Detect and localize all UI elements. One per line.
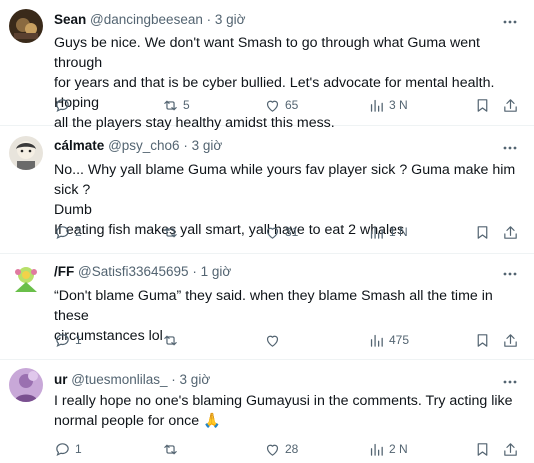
- bookmark-button[interactable]: [474, 330, 491, 350]
- tweet-text: Guys be nice. We don't want Smash to go …: [54, 33, 524, 133]
- views-button[interactable]: 475: [368, 330, 409, 350]
- author-name[interactable]: Sean: [54, 12, 86, 27]
- more-icon[interactable]: [502, 266, 518, 282]
- timestamp[interactable]: 3 giờ: [192, 138, 223, 153]
- tweet-text-line: Dumb: [54, 202, 92, 218]
- like-icon: [266, 444, 279, 456]
- tweet-text-line: I really hope no one's blaming Gumayusi …: [54, 393, 513, 409]
- share-button[interactable]: [502, 95, 519, 115]
- repost-icon: [164, 100, 177, 110]
- tweet-text-line: Guys be nice. We don't want Smash to go …: [54, 35, 480, 71]
- reply-icon: [56, 225, 69, 239]
- tweet[interactable]: cálmate @psy_cho6 · 3 giờ No... Why yall…: [0, 126, 534, 254]
- views-count: 3 N: [389, 98, 408, 112]
- like-icon: [266, 100, 279, 112]
- repost-icon: [164, 335, 177, 345]
- separator: ·: [183, 138, 188, 153]
- more-icon[interactable]: [502, 14, 518, 30]
- views-count: 475: [389, 333, 410, 347]
- repost-count: 5: [183, 98, 190, 112]
- tweet-text-line: No... Why yall blame Guma while yours fa…: [54, 162, 516, 198]
- share-button[interactable]: [502, 222, 519, 242]
- separator: ·: [206, 12, 212, 27]
- repost-button[interactable]: [162, 330, 183, 350]
- reply-icon: [56, 333, 69, 347]
- author-handle[interactable]: @Satisfi33645695: [78, 264, 189, 279]
- tweet-text: I really hope no one's blaming Gumayusi …: [54, 391, 524, 431]
- reply-icon: [56, 98, 69, 112]
- views-button[interactable]: 1 N: [368, 222, 408, 242]
- views-count: 1 N: [389, 225, 408, 239]
- views-button[interactable]: 3 N: [368, 95, 408, 115]
- separator: ·: [192, 264, 197, 279]
- repost-icon: [164, 227, 177, 237]
- timestamp[interactable]: 1 giờ: [201, 264, 232, 279]
- bookmark-icon: [477, 98, 488, 112]
- author-name[interactable]: cálmate: [54, 138, 104, 153]
- reply-count: 2: [75, 225, 82, 239]
- tweet[interactable]: Sean @dancingbeesean · 3 giờ Guys be nic…: [0, 0, 534, 131]
- reply-count: 1: [75, 442, 82, 456]
- views-button[interactable]: 2 N: [368, 439, 408, 459]
- bookmark-button[interactable]: [474, 439, 491, 459]
- like-count: 31: [285, 225, 299, 239]
- views-count: 2 N: [389, 442, 408, 456]
- reply-button[interactable]: 1: [54, 330, 82, 350]
- reply-icon: [56, 442, 69, 456]
- tweet[interactable]: ur @tuesmonlilas_ · 3 giờ I really hope …: [0, 360, 534, 463]
- reply-button[interactable]: 2: [54, 222, 82, 242]
- tweet-text-line: “Don't blame Guma” they said. when they …: [54, 288, 493, 324]
- share-icon: [504, 225, 517, 239]
- views-icon: [370, 334, 383, 347]
- author-handle[interactable]: @dancingbeesean: [90, 12, 203, 27]
- avatar[interactable]: [9, 368, 43, 402]
- bookmark-button[interactable]: [474, 95, 491, 115]
- avatar[interactable]: [9, 136, 43, 170]
- share-icon: [504, 98, 517, 112]
- author-handle[interactable]: @tuesmonlilas_: [71, 372, 167, 387]
- bookmark-button[interactable]: [474, 222, 491, 242]
- author-name[interactable]: /FF: [54, 264, 74, 279]
- like-count: 65: [285, 98, 299, 112]
- repost-button[interactable]: [162, 222, 183, 242]
- more-icon[interactable]: [502, 374, 518, 390]
- avatar[interactable]: [9, 262, 43, 296]
- repost-icon: [164, 444, 177, 454]
- share-button[interactable]: [502, 439, 519, 459]
- repost-button[interactable]: [162, 439, 183, 459]
- repost-button[interactable]: 5: [162, 95, 190, 115]
- like-button[interactable]: [264, 330, 285, 350]
- share-icon: [504, 333, 517, 347]
- more-icon[interactable]: [502, 140, 518, 156]
- bookmark-icon: [477, 442, 488, 456]
- tweet[interactable]: /FF @Satisfi33645695 · 1 giờ “Don't blam…: [0, 254, 534, 360]
- author-handle[interactable]: @psy_cho6: [108, 138, 180, 153]
- like-button[interactable]: 65: [264, 95, 298, 115]
- timestamp[interactable]: 3 giờ: [180, 372, 211, 387]
- views-icon: [370, 226, 383, 239]
- like-button[interactable]: 31: [264, 222, 298, 242]
- author-name[interactable]: ur: [54, 372, 68, 387]
- reply-button[interactable]: 1: [54, 439, 82, 459]
- like-icon: [266, 335, 279, 347]
- avatar[interactable]: [9, 9, 43, 43]
- separator: ·: [171, 372, 176, 387]
- like-icon: [266, 227, 279, 239]
- bookmark-icon: [477, 333, 488, 347]
- views-icon: [370, 443, 383, 456]
- reply-count: 1: [75, 333, 82, 347]
- reply-button[interactable]: [54, 95, 75, 115]
- share-icon: [504, 442, 517, 456]
- like-count: 28: [285, 442, 299, 456]
- timestamp[interactable]: 3 giờ: [215, 12, 246, 27]
- like-button[interactable]: 28: [264, 439, 298, 459]
- tweet-text-line: normal people for once 🙏: [54, 413, 221, 429]
- views-icon: [370, 99, 383, 112]
- bookmark-icon: [477, 225, 488, 239]
- share-button[interactable]: [502, 330, 519, 350]
